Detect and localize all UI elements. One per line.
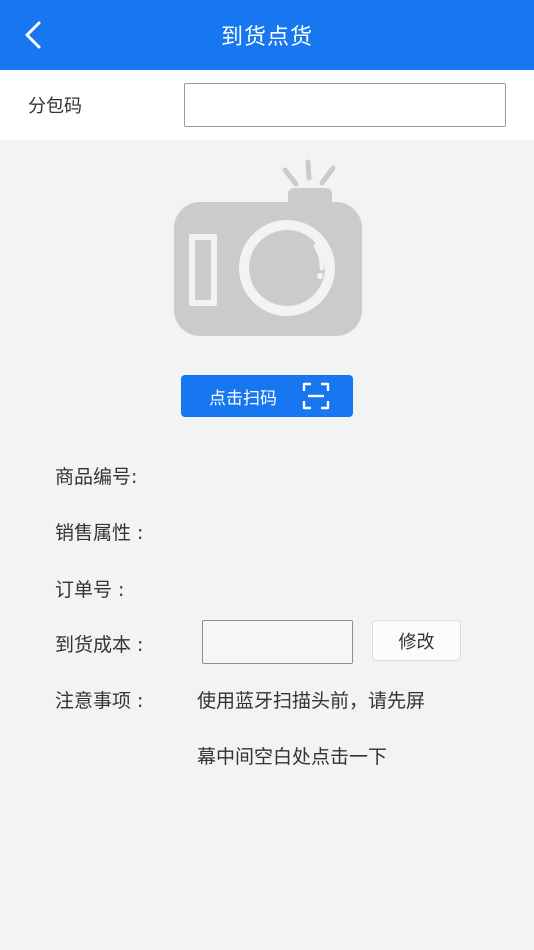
product-code-label: 商品编号: [55,466,138,488]
app-header: 到货点货 [0,0,534,70]
scan-frame-icon [302,382,330,410]
arrival-cost-input[interactable] [202,620,353,664]
order-number-label: 订单号 : [55,579,125,601]
package-code-row: 分包码 [0,70,534,140]
sales-attribute-label: 销售属性 : [55,522,144,544]
camera-icon[interactable] [170,158,364,338]
back-button[interactable] [18,20,48,50]
arrival-cost-label: 到货成本 : [55,634,144,656]
back-arrow-icon [25,21,41,49]
notes-text-line1: 使用蓝牙扫描头前，请先屏 [197,690,426,712]
package-code-label: 分包码 [28,96,82,117]
scan-button[interactable]: 点击扫码 [181,375,353,417]
edit-button[interactable]: 修改 [372,620,461,661]
package-code-input[interactable] [184,83,506,127]
page-title: 到货点货 [220,25,313,50]
scan-button-label: 点击扫码 [209,388,277,409]
notes-label: 注意事项 : [55,690,144,712]
notes-text-line2: 幕中间空白处点击一下 [197,746,388,768]
